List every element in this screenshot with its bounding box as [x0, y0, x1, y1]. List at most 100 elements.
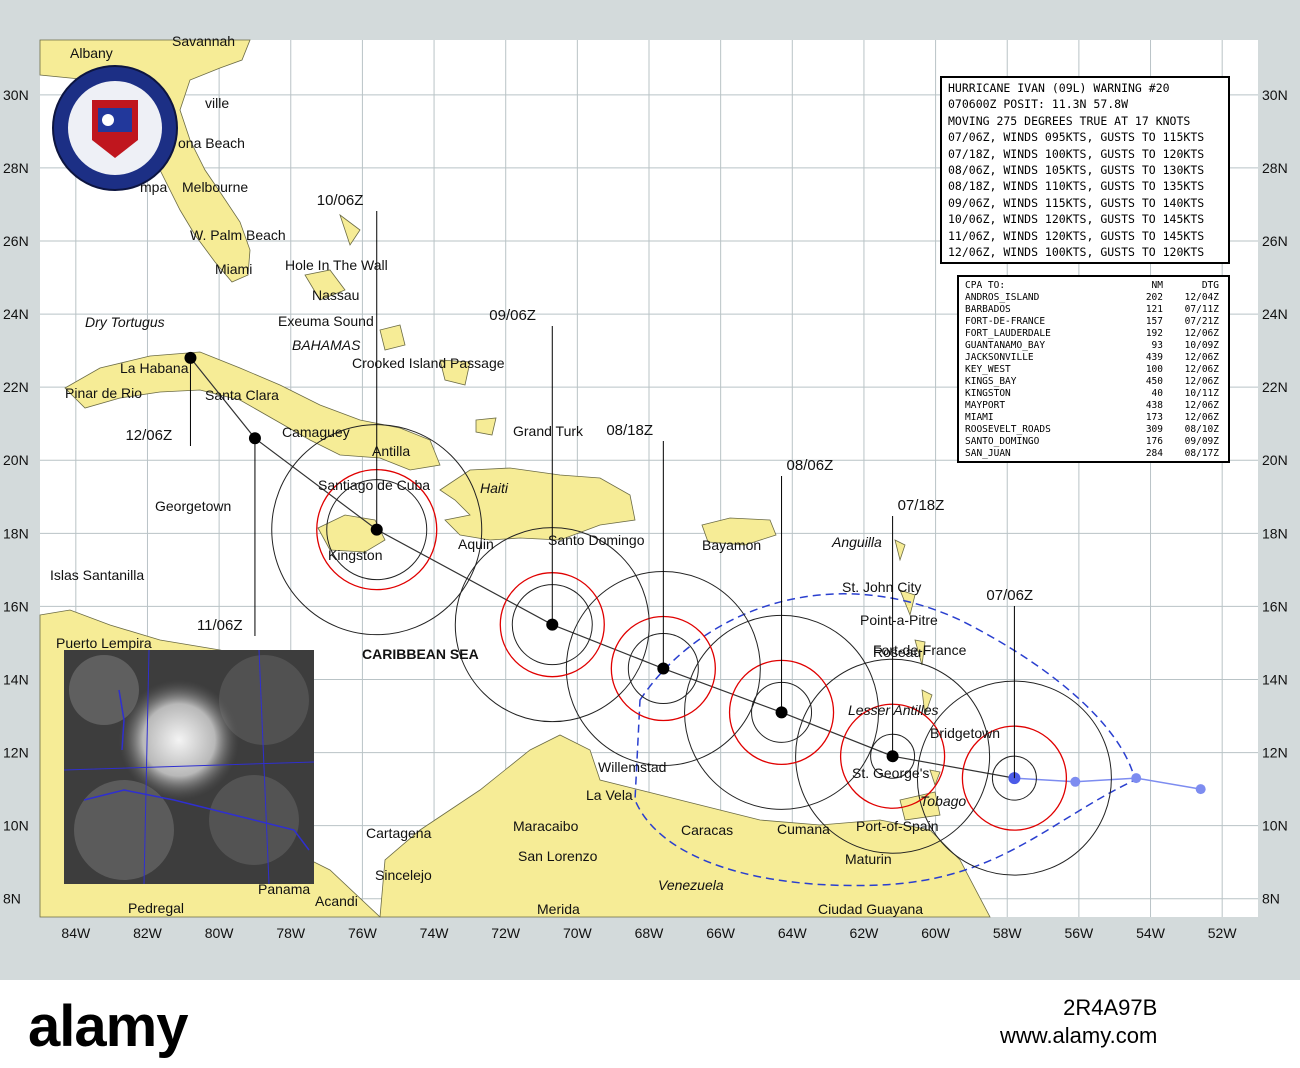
place-label: Cartagena [366, 825, 432, 841]
cpa-nm: 309 [1145, 424, 1163, 435]
lon-label: 82W [133, 925, 163, 941]
place-label: Crooked Island Passage [352, 355, 505, 371]
place-label: Ciudad Guayana [818, 901, 923, 917]
place-label: St. John City [842, 579, 921, 595]
place-label: Cumana [777, 821, 830, 837]
dtg-label: 08/06Z [787, 457, 834, 474]
lon-label: 56W [1064, 925, 1094, 941]
past-position-marker [1070, 776, 1081, 787]
place-label: Islas Santanilla [50, 567, 144, 583]
place-label: Anguilla [831, 534, 882, 550]
place-label: W. Palm Beach [190, 227, 286, 243]
cpa-nm: NM [1151, 280, 1163, 291]
place-label: Santo Domingo [548, 532, 645, 548]
cpa-nm: 192 [1145, 328, 1163, 339]
cpa-row: ANDROS_ISLAND 202 12/04Z [965, 292, 1222, 304]
warning-line: 12/06Z, WINDS 100KTS, GUSTS TO 120KTS [948, 245, 1205, 260]
lat-label-right: 28N [1262, 160, 1288, 176]
place-label: La Vela [586, 787, 633, 803]
cpa-row: MAYPORT 438 12/06Z [965, 400, 1222, 412]
lon-label: 76W [348, 925, 378, 941]
cpa-dtg: 12/06Z [1184, 412, 1219, 423]
lat-label-right: 10N [1262, 818, 1288, 834]
bahamas-3 [379, 324, 406, 351]
place-label: Haiti [480, 480, 509, 496]
lat-label-right: 14N [1262, 671, 1288, 687]
cpa-nm: 439 [1145, 352, 1163, 363]
lat-label-left: 8N [3, 891, 21, 907]
lat-label-left: 30N [3, 87, 29, 103]
lat-label-right: 16N [1262, 598, 1288, 614]
place-label: Santiago de Cuba [318, 477, 430, 493]
warning-box: HURRICANE IVAN (09L) WARNING #20 070600Z … [940, 76, 1230, 264]
place-label: Camaguey [282, 424, 350, 440]
place-label: Bayamon [702, 537, 761, 553]
cpa-location: FORT-DE-FRANCE [965, 316, 1046, 327]
warning-line: 09/06Z, WINDS 115KTS, GUSTS TO 140KTS [948, 195, 1205, 210]
cpa-row: ROOSEVELT_ROADS 309 08/10Z [965, 424, 1222, 436]
dtg-label: 08/18Z [606, 422, 653, 439]
alamy-url: www.alamy.com [1000, 1023, 1158, 1048]
warning-line: HURRICANE IVAN (09L) WARNING #20 [948, 81, 1170, 95]
cpa-nm: 450 [1145, 376, 1163, 387]
nmoc-seal-logo [52, 65, 178, 191]
place-label: Albany [70, 45, 113, 61]
place-label: Pedregal [128, 900, 184, 916]
place-label: Kingston [328, 547, 382, 563]
cpa-nm: 93 [1151, 340, 1163, 351]
cpa-location: BARBADOS [965, 304, 1011, 315]
place-label: Tobago [920, 793, 966, 809]
place-label: Point-a-Pitre [860, 612, 938, 628]
cpa-row: FORT_LAUDERDALE 192 12/06Z [965, 328, 1222, 340]
lat-label-left: 14N [3, 671, 29, 687]
place-label: San Lorenzo [518, 848, 598, 864]
cpa-nm: 176 [1145, 436, 1163, 447]
cpa-location: KINGSTON [965, 388, 1011, 399]
place-label: Savannah [172, 33, 235, 49]
lon-label: 64W [778, 925, 808, 941]
lat-label-right: 20N [1262, 452, 1288, 468]
cpa-dtg: 10/09Z [1184, 340, 1219, 351]
place-label: CARIBBEAN SEA [362, 646, 479, 662]
lat-label-right: 30N [1262, 87, 1288, 103]
place-label: Bridgetown [930, 725, 1000, 741]
lat-label-right: 8N [1262, 891, 1280, 907]
lon-label: 60W [921, 925, 951, 941]
alamy-logo: alamy [28, 994, 188, 1059]
cpa-location: SANTO_DOMINGO [965, 436, 1040, 447]
cpa-header-row: CPA TO: NM DTG [965, 280, 1222, 292]
cpa-row: BARBADOS 121 07/11Z [965, 304, 1222, 316]
cpa-row: GUANTANAMO_BAY 93 10/09Z [965, 340, 1222, 352]
lat-label-right: 24N [1262, 306, 1288, 322]
cpa-location: GUANTANAMO_BAY [965, 340, 1046, 351]
cpa-nm: 121 [1145, 304, 1163, 315]
lon-label: 78W [276, 925, 306, 941]
lat-label-left: 28N [3, 160, 29, 176]
cpa-dtg: 12/04Z [1184, 292, 1219, 303]
warning-line: 070600Z POSIT: 11.3N 57.8W [948, 97, 1129, 112]
lon-label: 68W [635, 925, 665, 941]
cpa-location: SAN_JUAN [965, 448, 1011, 459]
warning-line: 08/06Z, WINDS 105KTS, GUSTS TO 130KTS [948, 163, 1205, 178]
cpa-location: KINGS_BAY [965, 376, 1017, 387]
place-label: Merida [537, 901, 580, 917]
cpa-nm: 284 [1145, 448, 1163, 459]
cpa-dtg: DTG [1201, 280, 1219, 291]
place-label: Grand Turk [513, 423, 584, 439]
cpa-location: MAYPORT [965, 400, 1006, 411]
cpa-nm: 438 [1145, 400, 1163, 411]
cpa-nm: 100 [1145, 364, 1163, 375]
lat-label-right: 18N [1262, 525, 1288, 541]
lat-label-right: 12N [1262, 745, 1288, 761]
place-label: Dry Tortugus [85, 314, 165, 330]
place-label: Willemstad [598, 759, 666, 775]
cpa-dtg: 08/17Z [1184, 448, 1219, 459]
place-label: Aquin [458, 536, 494, 552]
cpa-dtg: 10/11Z [1184, 388, 1219, 399]
lat-label-right: 26N [1262, 233, 1288, 249]
lon-label: 74W [420, 925, 450, 941]
place-label: Fort-de-France [873, 642, 967, 658]
cpa-location: FORT_LAUDERDALE [965, 328, 1051, 339]
cpa-row: JACKSONVILLE 439 12/06Z [965, 352, 1222, 364]
lon-label: 84W [61, 925, 91, 941]
